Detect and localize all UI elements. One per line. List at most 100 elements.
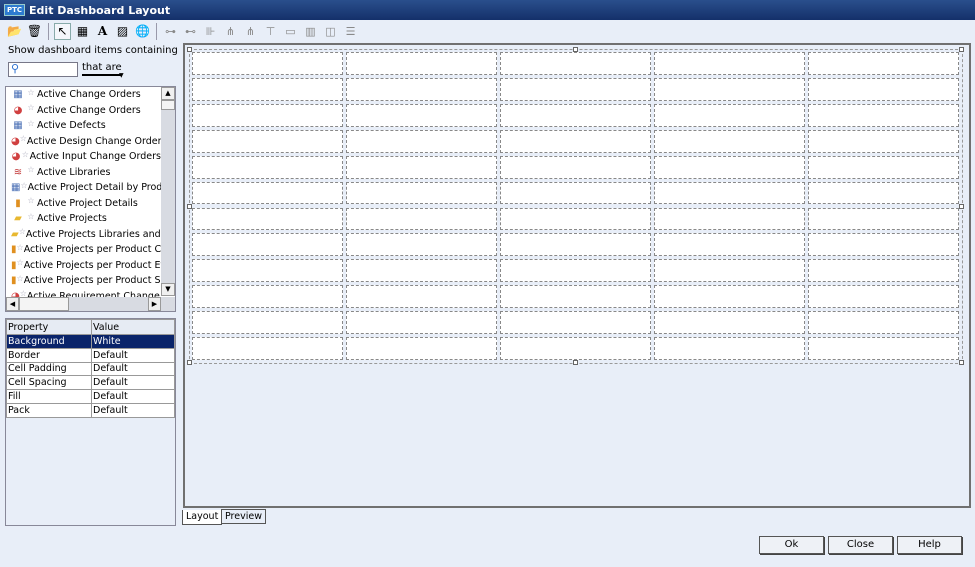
list-item[interactable]: ▦ ☆ Active Change Orders — [6, 87, 161, 103]
layout-cell[interactable] — [346, 259, 497, 283]
globe-icon[interactable]: 🌐 — [134, 23, 151, 40]
layout-cell[interactable] — [192, 103, 343, 127]
layout-cell[interactable] — [346, 129, 497, 153]
layout-1-icon[interactable]: ▭ — [282, 23, 299, 40]
layout-cell[interactable] — [808, 77, 959, 101]
scroll-thumb[interactable] — [19, 297, 69, 311]
layout-cell[interactable] — [192, 181, 343, 205]
layout-cell[interactable] — [192, 129, 343, 153]
close-button[interactable]: Close — [828, 536, 893, 554]
scroll-down-button[interactable]: ▼ — [161, 283, 175, 296]
list-item[interactable]: ▦ ☆ Active Project Detail by Produ — [6, 180, 161, 196]
layout-cell[interactable] — [808, 52, 959, 75]
star-icon[interactable]: ☆ — [25, 119, 37, 128]
layout-cell[interactable] — [346, 311, 497, 335]
layout-cell[interactable] — [654, 181, 805, 205]
tab-preview[interactable]: Preview — [221, 509, 266, 524]
star-icon[interactable]: ☆ — [20, 134, 27, 143]
layout-cell[interactable] — [808, 311, 959, 335]
pointer-icon[interactable]: ↖ — [54, 22, 71, 40]
scroll-left-button[interactable]: ◀ — [6, 297, 19, 311]
layout-cell[interactable] — [346, 337, 497, 360]
layout-cell[interactable] — [808, 233, 959, 257]
layout-cell[interactable] — [654, 155, 805, 179]
trash-icon[interactable]: 🗑 — [26, 23, 43, 40]
layout-cell[interactable] — [500, 129, 651, 153]
layout-cell[interactable] — [346, 285, 497, 309]
layout-cell[interactable] — [500, 52, 651, 75]
dashboard-items-list[interactable]: ▦ ☆ Active Change Orders ◕ ☆ Active Change Or… — [5, 86, 176, 312]
layout-cell[interactable] — [808, 337, 959, 360]
tree-down-icon[interactable]: ⋔ — [242, 23, 259, 40]
list-item[interactable]: ▮ ☆ Active Projects per Product Ef — [6, 258, 161, 274]
layout-cell[interactable] — [500, 311, 651, 335]
property-value[interactable]: Default — [91, 375, 175, 391]
list-item[interactable]: ◕ ☆ Active Design Change Orders — [6, 134, 161, 150]
layout-cell[interactable] — [654, 129, 805, 153]
layout-side-icon[interactable]: ◫ — [322, 23, 339, 40]
layout-cell[interactable] — [500, 337, 651, 360]
resize-handle[interactable] — [959, 203, 964, 209]
layout-cell[interactable] — [654, 233, 805, 257]
layout-cell[interactable] — [654, 337, 805, 360]
list-item[interactable]: ▦ ☆ Active Defects — [6, 118, 161, 134]
layout-cell[interactable] — [192, 233, 343, 257]
property-value[interactable]: Default — [91, 389, 175, 404]
layout-cell[interactable] — [192, 337, 343, 360]
layout-cell[interactable] — [808, 129, 959, 153]
scroll-right-button[interactable]: ▶ — [148, 297, 161, 311]
column-header-property[interactable]: Property — [6, 319, 92, 335]
scroll-up-button[interactable]: ▲ — [161, 87, 175, 100]
layout-cell[interactable] — [500, 181, 651, 205]
layout-table[interactable] — [187, 47, 964, 365]
layout-cell[interactable] — [500, 77, 651, 101]
star-icon[interactable]: ☆ — [25, 165, 37, 174]
star-icon[interactable]: ☆ — [25, 88, 37, 97]
property-value[interactable]: White — [91, 334, 175, 349]
layout-cell[interactable] — [654, 77, 805, 101]
star-icon[interactable]: ☆ — [25, 212, 37, 221]
resize-handle[interactable] — [187, 360, 192, 365]
layout-cell[interactable] — [192, 77, 343, 101]
layout-cell[interactable] — [500, 285, 651, 309]
list-item[interactable]: ◕ ☆ Active Change Orders — [6, 103, 161, 119]
new-icon[interactable]: 📂 — [6, 23, 23, 40]
layout-rows-icon[interactable]: ☰ — [342, 23, 359, 40]
merge-icon[interactable]: ⊤ — [262, 23, 279, 40]
layout-cell[interactable] — [654, 103, 805, 127]
text-icon[interactable]: A — [94, 23, 111, 40]
horizontal-scrollbar[interactable]: ◀ ▶ — [6, 297, 175, 311]
layout-cell[interactable] — [500, 207, 651, 231]
layout-cell[interactable] — [192, 285, 343, 309]
layout-cell[interactable] — [654, 52, 805, 75]
layout-cell[interactable] — [346, 155, 497, 179]
layout-cell[interactable] — [808, 155, 959, 179]
property-row[interactable]: Border Default — [6, 347, 175, 363]
resize-handle[interactable] — [573, 47, 578, 52]
layout-cell[interactable] — [500, 155, 651, 179]
layout-cell[interactable] — [808, 181, 959, 205]
layout-cell[interactable] — [500, 233, 651, 257]
resize-handle[interactable] — [959, 47, 964, 52]
layout-cell[interactable] — [808, 103, 959, 127]
resize-handle[interactable] — [187, 203, 192, 209]
star-icon[interactable]: ☆ — [19, 227, 26, 236]
star-icon[interactable]: ☆ — [17, 243, 24, 252]
layout-cols-icon[interactable]: ▥ — [302, 23, 319, 40]
star-icon[interactable]: ☆ — [25, 196, 37, 205]
layout-cell[interactable] — [808, 259, 959, 283]
image-icon[interactable]: ▨ — [114, 23, 131, 40]
star-icon[interactable]: ☆ — [20, 181, 27, 190]
layout-cell[interactable] — [346, 52, 497, 75]
layout-cell[interactable] — [192, 207, 343, 231]
layout-cell[interactable] — [808, 207, 959, 231]
list-item[interactable]: ◕ ☆ Active Input Change Orders — [6, 149, 161, 165]
table-icon[interactable]: ▦ — [74, 23, 91, 40]
vertical-scrollbar[interactable]: ▲ ▼ — [161, 87, 175, 296]
scroll-thumb[interactable] — [161, 100, 175, 110]
layout-cell[interactable] — [654, 259, 805, 283]
ok-button[interactable]: Ok — [759, 536, 824, 554]
list-item[interactable]: ▰ ☆ Active Projects — [6, 211, 161, 227]
column-header-value[interactable]: Value — [91, 319, 175, 335]
tree-icon[interactable]: ⋔ — [222, 23, 239, 40]
